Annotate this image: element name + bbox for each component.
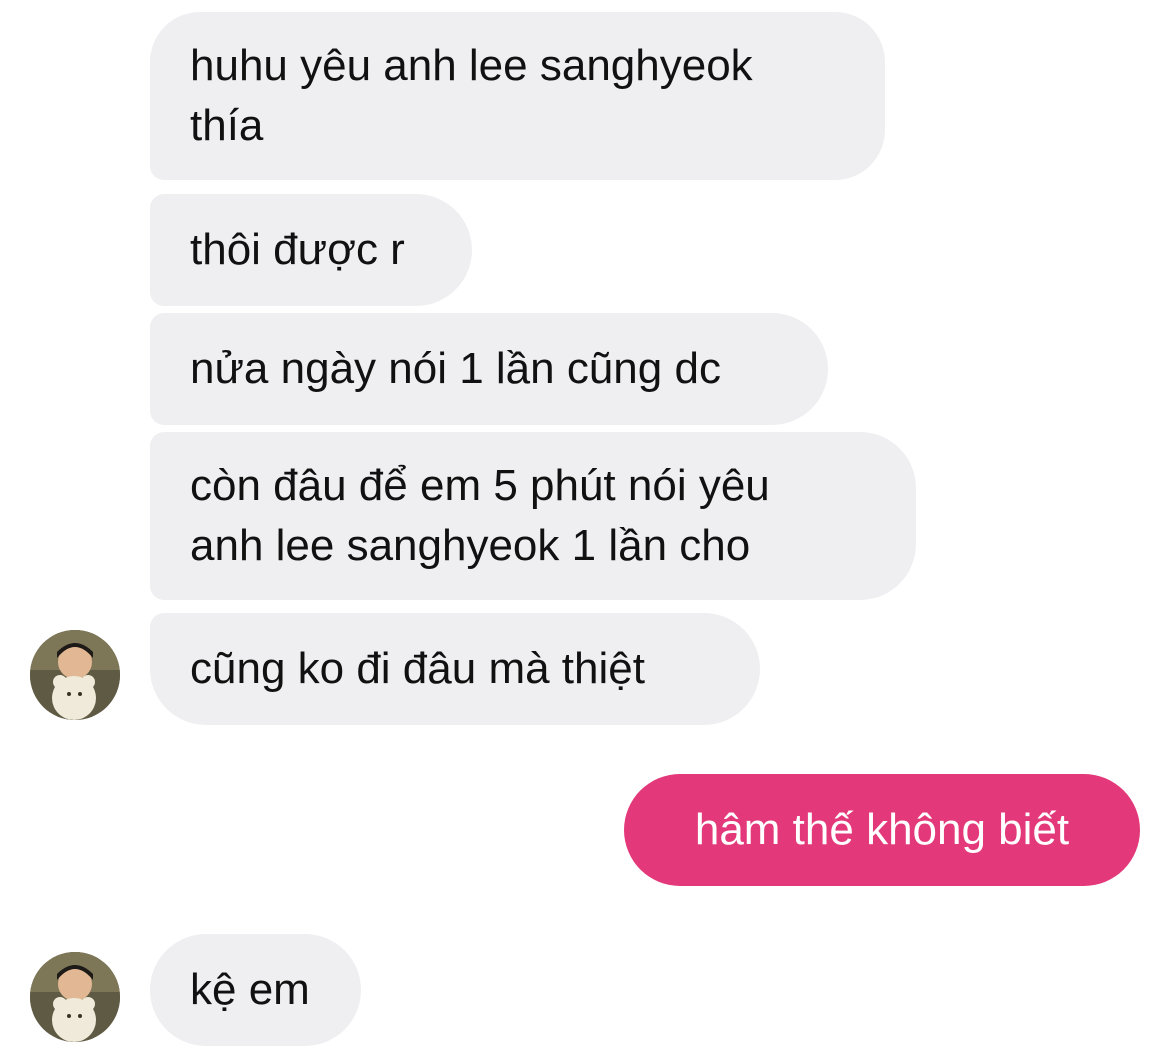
- message-bubble-incoming[interactable]: huhu yêu anh lee sanghyeok thía: [150, 12, 885, 180]
- message-bubble-incoming[interactable]: kệ em: [150, 934, 361, 1046]
- message-bubble-incoming[interactable]: nửa ngày nói 1 lần cũng dc: [150, 313, 828, 425]
- message-bubble-outgoing[interactable]: hâm thế không biết: [624, 774, 1140, 886]
- message-bubble-incoming[interactable]: thôi được r: [150, 194, 472, 306]
- avatar-photo: [30, 952, 120, 1042]
- message-bubble-incoming[interactable]: cũng ko đi đâu mà thiệt: [150, 613, 760, 725]
- message-bubble-incoming[interactable]: còn đâu để em 5 phút nói yêu anh lee san…: [150, 432, 916, 600]
- avatar-photo: [30, 630, 120, 720]
- contact-avatar-icon[interactable]: [30, 630, 120, 720]
- contact-avatar-icon[interactable]: [30, 952, 120, 1042]
